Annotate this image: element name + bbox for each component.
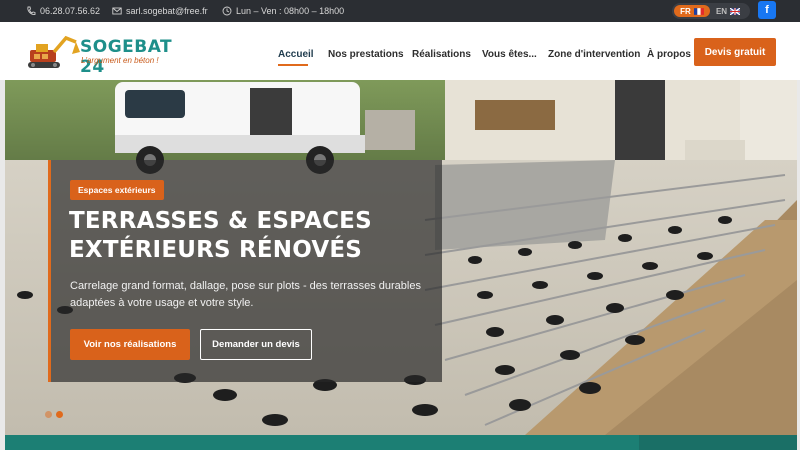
nav-a-propos[interactable]: À propos bbox=[647, 49, 691, 60]
next-section-band bbox=[5, 435, 639, 450]
hero-description: Carrelage grand format, dallage, pose su… bbox=[70, 280, 421, 309]
hero-title-line-1: TERRASSES & ESPACES bbox=[69, 208, 372, 234]
excavator-logo-icon bbox=[28, 35, 80, 68]
request-quote-button[interactable]: Demander un devis bbox=[200, 329, 312, 360]
email-info[interactable]: sarl.sogebat@free.fr bbox=[112, 0, 208, 22]
phone-icon bbox=[27, 6, 36, 15]
uk-flag-icon bbox=[730, 7, 741, 15]
phone-number[interactable]: 06.28.07.56.62 bbox=[40, 6, 100, 16]
slider-dot-1[interactable] bbox=[45, 411, 52, 418]
clock-icon bbox=[222, 6, 232, 16]
hero-title-line-2: EXTÉRIEURS RÉNOVÉS bbox=[69, 237, 363, 263]
nav-accueil[interactable]: Accueil bbox=[278, 49, 314, 60]
hero-title: TERRASSES & ESPACES EXTÉRIEURS RÉNOVÉS bbox=[69, 207, 429, 265]
lang-en-button[interactable]: EN bbox=[710, 5, 746, 17]
opening-hours: Lun – Ven : 08h00 – 18h00 bbox=[236, 6, 345, 16]
mail-icon bbox=[112, 7, 122, 15]
nav-zone-intervention[interactable]: Zone d'intervention bbox=[548, 49, 640, 60]
site-header: SOGEBAT 24 L'argument en béton ! Accueil… bbox=[0, 22, 800, 80]
top-bar: 06.28.07.56.62 sarl.sogebat@free.fr Lun … bbox=[0, 0, 800, 22]
next-section-band-dark bbox=[639, 435, 797, 450]
lang-fr-button[interactable]: FR bbox=[674, 5, 710, 17]
facebook-icon[interactable]: f bbox=[758, 1, 776, 19]
view-realisations-button[interactable]: Voir nos réalisations bbox=[70, 329, 190, 360]
nav-prestations[interactable]: Nos prestations bbox=[328, 49, 404, 60]
overlay-accent-bar bbox=[48, 160, 51, 382]
facebook-glyph: f bbox=[765, 4, 769, 16]
phone-info[interactable]: 06.28.07.56.62 bbox=[26, 0, 100, 22]
hero-category-badge: Espaces extérieurs bbox=[70, 180, 164, 200]
active-nav-underline bbox=[278, 64, 308, 66]
free-quote-button[interactable]: Devis gratuit bbox=[694, 38, 776, 66]
lang-fr-label: FR bbox=[680, 6, 691, 16]
france-flag-icon bbox=[693, 7, 704, 15]
nav-realisations[interactable]: Réalisations bbox=[412, 49, 471, 60]
site-logo[interactable]: SOGEBAT 24 L'argument en béton ! bbox=[26, 32, 196, 77]
language-switcher[interactable]: FR EN bbox=[672, 3, 750, 19]
slider-pagination bbox=[45, 411, 63, 418]
logo-tagline: L'argument en béton ! bbox=[81, 56, 159, 65]
slider-dot-2[interactable] bbox=[56, 411, 63, 418]
lang-en-label: EN bbox=[715, 6, 728, 16]
hours-info: Lun – Ven : 08h00 – 18h00 bbox=[222, 0, 344, 22]
email-address[interactable]: sarl.sogebat@free.fr bbox=[126, 6, 208, 16]
nav-vous-etes[interactable]: Vous êtes... bbox=[482, 49, 537, 60]
